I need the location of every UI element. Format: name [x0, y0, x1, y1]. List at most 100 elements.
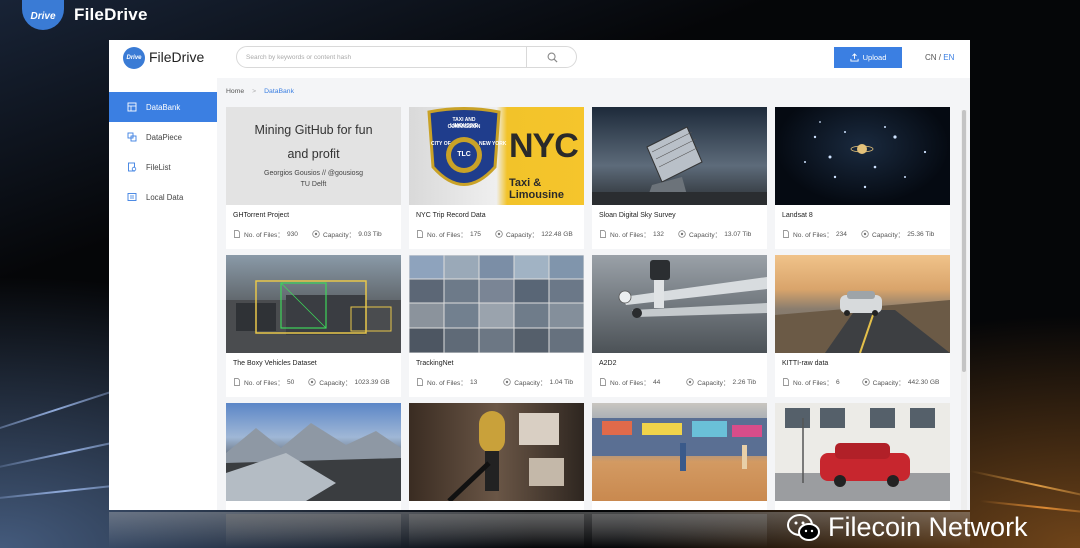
watermark-text: Filecoin Network — [828, 512, 1028, 542]
files-count: 13 — [469, 378, 478, 386]
card-title: Landsat 8 — [782, 212, 813, 219]
sign-text: Taxi & Limousine — [509, 177, 565, 201]
cover-text: TU Delft — [300, 181, 327, 188]
wechat-icon — [787, 513, 820, 541]
app-logo-icon[interactable]: Drive — [123, 47, 145, 69]
light-streak — [969, 470, 1080, 502]
sidebar-item-label: FileList — [146, 162, 171, 172]
card-cover-image — [775, 107, 950, 205]
files-count: 44 — [652, 378, 661, 386]
files-label: No. of Files： — [427, 232, 467, 239]
cover-text: and profit — [287, 147, 340, 161]
card-cover-image — [409, 255, 584, 353]
upload-button[interactable]: Upload — [834, 47, 902, 68]
sidebar-item-local-data[interactable]: Local Data — [109, 182, 217, 212]
files-count: 50 — [286, 378, 295, 386]
card-meta: No. of Files： 44 Capacity： 2.26 Tib — [599, 377, 756, 387]
breadcrumb-separator: > — [252, 88, 257, 95]
sidebar-item-datapiece[interactable]: DataPiece — [109, 122, 217, 152]
capacity-label: Capacity： — [322, 232, 356, 239]
filelist-icon — [128, 162, 137, 172]
capacity-value: 9.03 Tib — [358, 230, 382, 238]
card-title: GHTorrent Project — [233, 212, 290, 219]
card-title: NYC Trip Record Data — [416, 212, 486, 219]
dataset-card-boxy-vehicles[interactable]: The Boxy Vehicles Dataset No. of Files： 5… — [226, 255, 401, 397]
card-meta: No. of Files： 175 Capacity： 122.48 GB — [416, 229, 573, 239]
reflection-block — [226, 514, 401, 548]
card-cover-image — [226, 403, 401, 501]
files-label: No. of Files： — [610, 232, 650, 239]
files-label: No. of Files： — [427, 380, 467, 387]
files-count: 6 — [835, 378, 840, 386]
card-cover-image: Mining GitHub for fun and profit Georgio… — [226, 107, 401, 205]
cover-text: Mining GitHub for fun — [254, 123, 373, 137]
lang-cn-link[interactable]: CN — [925, 53, 937, 62]
capacity-label: Capacity： — [688, 232, 722, 239]
file-icon — [417, 378, 423, 386]
dataset-card-landsat[interactable]: Landsat 8 No. of Files： 234 Capacity： 25.3… — [775, 107, 950, 249]
card-cover-image — [592, 403, 767, 501]
sidebar-item-label: DataBank — [146, 102, 181, 112]
app-title[interactable]: FileDrive — [149, 49, 204, 65]
filedrive-logo-icon: Drive — [22, 0, 64, 30]
capacity-label: Capacity： — [319, 380, 352, 387]
seal-text: CITY OF — [431, 141, 451, 147]
language-switch: CN / EN — [925, 53, 954, 62]
sidebar-item-filelist[interactable]: FileList — [109, 152, 217, 182]
sidebar: DataBank DataPiece FileList Local Data — [109, 78, 217, 510]
card-meta: No. of Files： 234 Capacity： 25.36 Tib — [782, 229, 934, 239]
card-cover-image — [592, 107, 767, 205]
capacity-label: Capacity： — [697, 380, 730, 387]
card-cover-image: TAXI AND LIMOUSINE COMMISSION CITY OF NE… — [409, 107, 584, 205]
scrollbar-thumb[interactable] — [962, 110, 966, 372]
breadcrumb: Home > DataBank — [226, 88, 294, 95]
capacity-icon — [503, 378, 511, 386]
file-icon — [783, 378, 789, 386]
capacity-icon — [495, 230, 503, 238]
breadcrumb-home[interactable]: Home — [226, 88, 244, 95]
databank-icon — [127, 102, 137, 112]
dataset-card-microphone[interactable] — [409, 403, 584, 510]
dataset-card-basketball-court[interactable] — [592, 403, 767, 510]
card-title: A2D2 — [599, 360, 617, 367]
dataset-card-nyc-trip[interactable]: TAXI AND LIMOUSINE COMMISSION CITY OF NE… — [409, 107, 584, 249]
capacity-value: 1.04 Tib — [549, 378, 574, 386]
top-brand: Drive FileDrive — [22, 0, 148, 30]
local-data-icon — [127, 193, 137, 201]
capacity-icon — [861, 230, 869, 238]
dataset-card-mountain[interactable] — [226, 403, 401, 510]
files-count: 930 — [286, 230, 298, 238]
dataset-card-a2d2[interactable]: A2D2 No. of Files： 44 Capacity： 2.26 Tib — [592, 255, 767, 397]
files-count: 234 — [835, 230, 847, 238]
sidebar-item-databank[interactable]: DataBank — [109, 92, 217, 122]
files-count: 175 — [469, 230, 481, 238]
files-label: No. of Files： — [793, 380, 833, 387]
capacity-label: Capacity： — [505, 232, 539, 239]
capacity-value: 25.36 Tib — [907, 230, 935, 238]
dataset-card-ghtorrent[interactable]: Mining GitHub for fun and profit Georgio… — [226, 107, 401, 249]
search-box — [236, 46, 577, 68]
capacity-value: 122.48 GB — [541, 230, 573, 238]
search-button[interactable] — [526, 47, 577, 67]
upload-icon — [850, 53, 859, 62]
seal-text: COMMISSION — [447, 124, 481, 130]
breadcrumb-current: DataBank — [264, 88, 294, 95]
file-icon — [234, 230, 240, 238]
files-label: No. of Files： — [244, 380, 284, 387]
capacity-label: Capacity： — [871, 232, 905, 239]
card-meta: No. of Files： 50 Capacity： 1023.39 GB — [233, 377, 390, 387]
dataset-card-kitti[interactable]: KITTI-raw data No. of Files： 6 Capacity： 4… — [775, 255, 950, 397]
files-label: No. of Files： — [244, 232, 284, 239]
lang-en-link[interactable]: EN — [943, 53, 954, 62]
cover-text: Georgios Gousios // @gousiosg — [264, 170, 363, 177]
card-title: Sloan Digital Sky Survey — [599, 212, 676, 219]
sign-text: NYC — [509, 127, 579, 165]
search-icon — [547, 52, 558, 63]
seal-text: TLC — [457, 151, 471, 158]
dataset-card-sloan[interactable]: Sloan Digital Sky Survey No. of Files： 13… — [592, 107, 767, 249]
dataset-card-trackingnet[interactable]: TrackingNet No. of Files： 13 Capacity： 1.0… — [409, 255, 584, 397]
search-input[interactable] — [237, 47, 527, 67]
watermark: Filecoin Network — [786, 512, 1028, 543]
card-cover-image — [592, 255, 767, 353]
dataset-card-street-car[interactable] — [775, 403, 950, 510]
